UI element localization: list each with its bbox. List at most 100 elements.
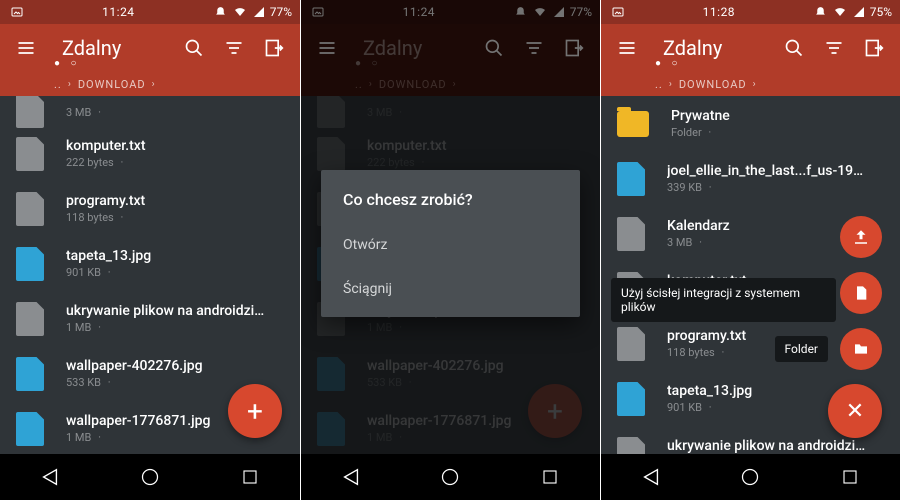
file-name: wallpaper-1776871.jpg xyxy=(66,413,210,429)
file-icon xyxy=(16,357,44,391)
dialog-title: Co chcesz zrobić? xyxy=(321,190,580,223)
file-name: programy.txt xyxy=(667,328,746,344)
file-row[interactable]: joel_ellie_in_the_last...f_us-1920x1080.… xyxy=(601,151,900,206)
screen-2: 11:24 77% Zdalny ● ○ ..› DOWNLOAD› 3 MB … xyxy=(300,0,600,500)
file-meta: Folder · xyxy=(671,126,730,139)
action-dialog: Co chcesz zrobić? Otwórz Ściągnij xyxy=(321,170,580,317)
clock: 11:24 xyxy=(102,5,134,19)
file-row[interactable]: tapeta_13.jpg 901 KB · xyxy=(0,236,300,291)
status-bar: 11:24 77% xyxy=(0,0,300,24)
exit-icon[interactable] xyxy=(854,28,894,68)
file-icon xyxy=(840,272,882,314)
file-icon xyxy=(16,96,44,128)
battery-text: 77% xyxy=(270,5,292,19)
file-icon xyxy=(16,302,44,336)
file-meta: 339 KB · xyxy=(667,181,867,194)
file-meta: 3 MB · xyxy=(667,236,730,249)
file-meta: 222 bytes · xyxy=(66,156,146,169)
fab-upload[interactable] xyxy=(840,216,882,258)
home-button[interactable] xyxy=(437,464,463,490)
image-icon xyxy=(11,6,23,18)
back-button[interactable] xyxy=(338,464,364,490)
file-icon xyxy=(617,382,645,416)
screen-3: 11:28 75% Zdalny ● ○ ..› DOWNLOAD› Prywa… xyxy=(600,0,900,500)
file-meta: 118 bytes · xyxy=(66,211,145,224)
file-row[interactable]: komputer.txt 222 bytes · xyxy=(0,126,300,181)
file-name: ukrywanie plikow na androidzie.rtf xyxy=(667,438,867,454)
breadcrumb[interactable]: ..› DOWNLOAD› xyxy=(601,72,900,96)
dialog-option-download[interactable]: Ściągnij xyxy=(321,267,580,311)
clock: 11:28 xyxy=(703,5,735,19)
file-meta: 1 MB · xyxy=(66,431,210,444)
file-row[interactable]: 3 MB · xyxy=(0,96,300,126)
pager-dots[interactable]: ● ○ xyxy=(54,58,81,69)
file-icon xyxy=(617,437,645,455)
file-meta: 901 KB · xyxy=(66,266,151,279)
status-bar: 11:28 75% xyxy=(601,0,900,24)
file-icon xyxy=(617,162,645,196)
wifi-icon xyxy=(233,6,247,18)
app-header: Zdalny ● ○ ..› DOWNLOAD› xyxy=(601,24,900,96)
file-name: komputer.txt xyxy=(66,138,146,154)
file-name: Prywatne xyxy=(671,108,730,124)
file-name: tapeta_13.jpg xyxy=(66,248,151,264)
fab-new-folder[interactable]: Folder xyxy=(775,328,882,370)
folder-icon xyxy=(617,111,649,137)
file-icon xyxy=(16,247,44,281)
file-icon xyxy=(16,412,44,446)
file-meta: 118 bytes · xyxy=(667,346,746,359)
bell-icon xyxy=(214,6,227,19)
home-button[interactable] xyxy=(737,464,763,490)
header-title: Zdalny xyxy=(62,36,121,60)
file-name: wallpaper-402276.jpg xyxy=(66,358,203,374)
menu-icon[interactable] xyxy=(6,28,46,68)
file-name: programy.txt xyxy=(66,193,145,209)
sort-icon[interactable] xyxy=(814,28,854,68)
battery-text: 75% xyxy=(870,5,892,19)
signal-icon xyxy=(253,6,265,18)
upload-icon xyxy=(840,216,882,258)
file-icon xyxy=(16,192,44,226)
back-button[interactable] xyxy=(37,464,63,490)
signal-icon xyxy=(853,6,865,18)
file-icon xyxy=(16,137,44,171)
screen-1: 11:24 77% Zdalny ● ○ ..› DOWNLOAD› 3 MB … xyxy=(0,0,300,500)
back-button[interactable] xyxy=(638,464,664,490)
exit-icon[interactable] xyxy=(254,28,294,68)
file-name: tapeta_13.jpg xyxy=(667,383,752,399)
recents-button[interactable] xyxy=(837,464,863,490)
file-icon xyxy=(617,217,645,251)
file-row[interactable]: ukrywanie plikow na androidzie.rtf 1 MB · xyxy=(0,291,300,346)
integration-tooltip: Użyj ścisłej integracji z systemem plikó… xyxy=(611,278,836,322)
breadcrumb[interactable]: ..› DOWNLOAD› xyxy=(0,72,300,96)
fab-add[interactable]: + xyxy=(228,384,282,438)
file-name: Kalendarz xyxy=(667,218,730,234)
fab-close[interactable]: ✕ xyxy=(828,384,882,438)
bell-icon xyxy=(814,6,827,19)
nav-bar xyxy=(601,454,900,500)
file-row[interactable]: programy.txt 118 bytes · xyxy=(0,181,300,236)
menu-icon[interactable] xyxy=(607,28,647,68)
file-name: ukrywanie plikow na androidzie.rtf xyxy=(66,303,266,319)
file-icon xyxy=(617,327,645,361)
file-meta: 901 KB · xyxy=(667,401,752,414)
dialog-option-open[interactable]: Otwórz xyxy=(321,223,580,267)
home-button[interactable] xyxy=(137,464,163,490)
nav-bar xyxy=(0,454,300,500)
search-icon[interactable] xyxy=(774,28,814,68)
file-meta: 533 KB · xyxy=(66,376,203,389)
sort-icon[interactable] xyxy=(214,28,254,68)
search-icon[interactable] xyxy=(174,28,214,68)
fab-menu: Plik Folder ✕ xyxy=(775,216,882,438)
file-name: joel_ellie_in_the_last...f_us-1920x1080.… xyxy=(667,163,867,179)
nav-bar xyxy=(301,454,600,500)
app-header: Zdalny ● ○ ..› DOWNLOAD› xyxy=(0,24,300,96)
wifi-icon xyxy=(833,6,847,18)
image-icon xyxy=(612,6,624,18)
recents-button[interactable] xyxy=(237,464,263,490)
recents-button[interactable] xyxy=(537,464,563,490)
file-row[interactable]: Prywatne Folder · xyxy=(601,96,900,151)
folder-icon xyxy=(840,328,882,370)
file-meta: 3 MB · xyxy=(66,106,105,119)
file-meta: 1 MB · xyxy=(66,321,266,334)
